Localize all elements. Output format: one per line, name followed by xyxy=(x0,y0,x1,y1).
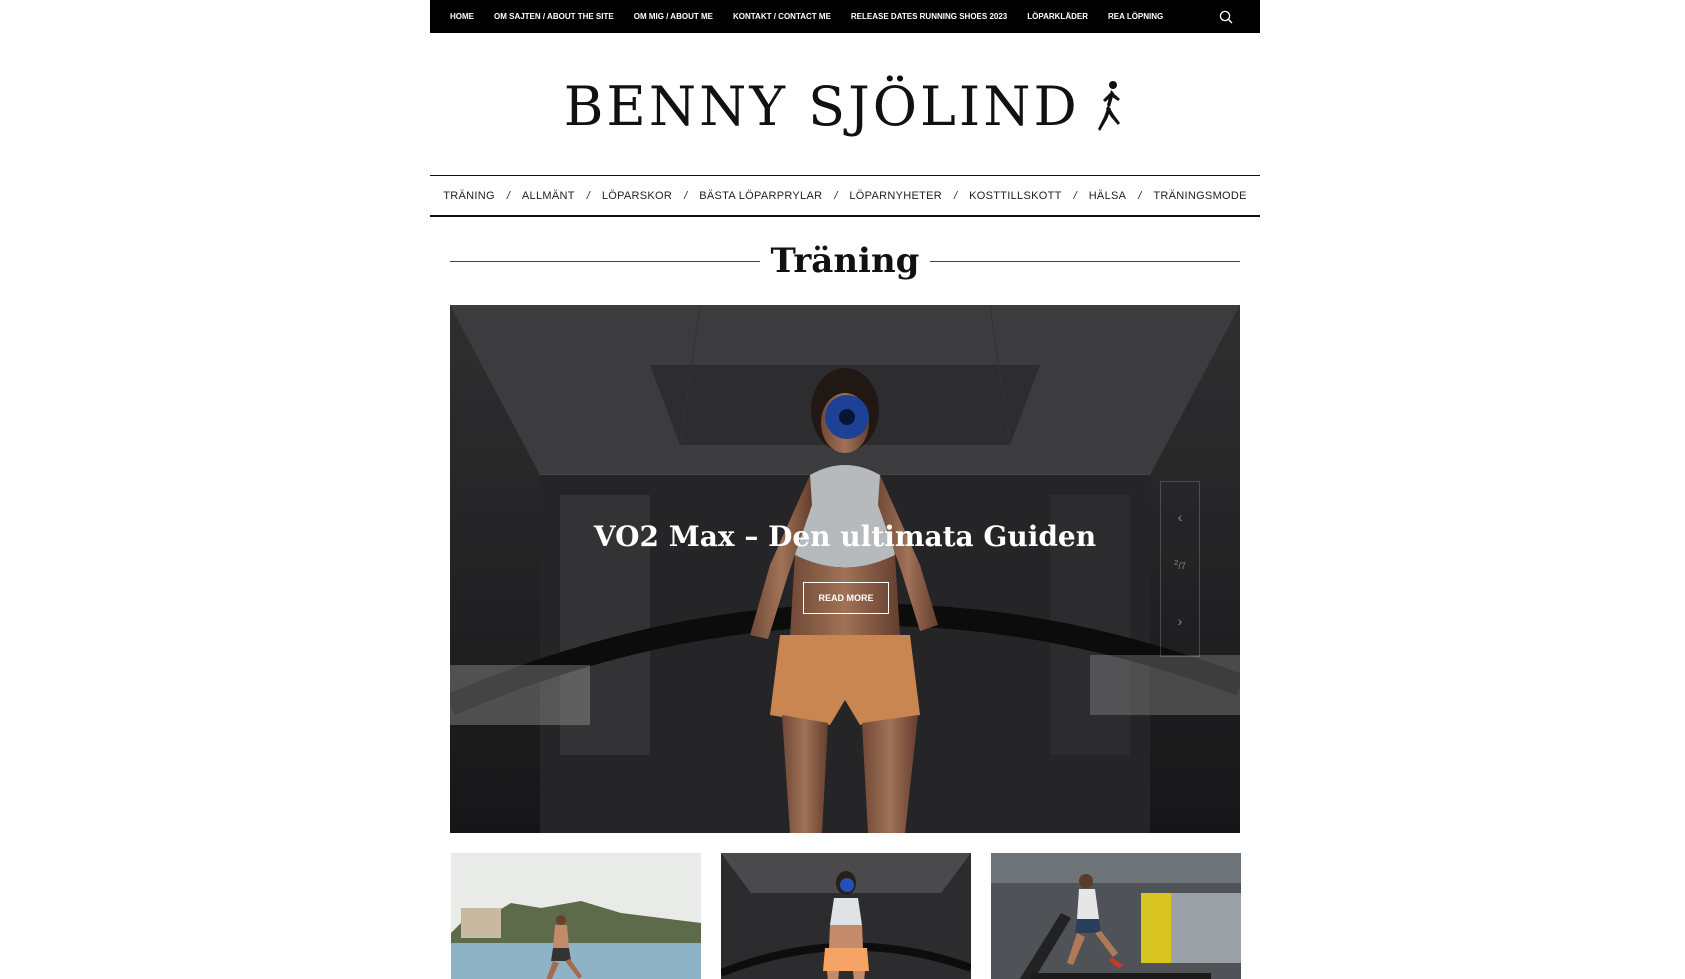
featured-slider[interactable]: VO2 Max – Den ultimata Guiden READ MORE … xyxy=(450,305,1240,833)
topnav-home[interactable]: HOME xyxy=(450,12,474,21)
nav-separator: / xyxy=(1073,189,1077,202)
category-halsa[interactable]: HÄLSA xyxy=(1089,190,1127,202)
category-kosttillskott[interactable]: KOSTTILLSKOTT xyxy=(969,190,1062,202)
category-loparnyheter[interactable]: LÖPARNYHETER xyxy=(849,190,942,202)
search-icon[interactable] xyxy=(1218,9,1234,25)
topnav-about-me[interactable]: OM MIG / ABOUT ME xyxy=(634,12,713,21)
section-heading: Träning xyxy=(430,240,1260,282)
heading-divider-right xyxy=(930,261,1240,262)
category-loparskor[interactable]: LÖPARSKOR xyxy=(602,190,672,202)
nav-separator: / xyxy=(506,189,510,202)
category-traningsmode[interactable]: TRÄNINGSMODE xyxy=(1153,190,1246,202)
slide-total: 7 xyxy=(1180,561,1186,571)
logo-text: BENNY SJÖLIND xyxy=(563,75,1080,138)
hero-image xyxy=(450,305,1240,833)
hero-title[interactable]: VO2 Max – Den ultimata Guiden xyxy=(450,520,1240,553)
slider-controls: ‹ 2/7 › xyxy=(1160,481,1200,657)
nav-separator: / xyxy=(684,189,688,202)
slide-current: 2 xyxy=(1174,558,1179,567)
topnav-rea-lopning[interactable]: REA LÖPNING xyxy=(1108,12,1163,21)
post-thumbnail-3[interactable] xyxy=(991,853,1241,979)
topnav-about-site[interactable]: OM SAJTEN / ABOUT THE SITE xyxy=(494,12,614,21)
chevron-left-icon[interactable]: ‹ xyxy=(1161,502,1199,532)
slide-counter: 2/7 xyxy=(1174,558,1186,571)
runner-icon xyxy=(1098,81,1121,131)
category-allmant[interactable]: ALLMÄNT xyxy=(522,190,575,202)
top-navigation-bar: HOME OM SAJTEN / ABOUT THE SITE OM MIG /… xyxy=(430,0,1260,33)
thumbnail-image-runner-seaside xyxy=(451,853,701,979)
thumbnail-image-vo2max xyxy=(721,853,971,979)
category-navigation: TRÄNING / ALLMÄNT / LÖPARSKOR / BÄSTA LÖ… xyxy=(430,175,1260,217)
nav-separator: / xyxy=(954,189,958,202)
post-thumbnail-2[interactable] xyxy=(721,853,971,979)
category-traning[interactable]: TRÄNING xyxy=(443,190,495,202)
thumbnail-image-treadmill-gym xyxy=(991,853,1241,979)
category-basta-loparprylar[interactable]: BÄSTA LÖPARPRYLAR xyxy=(699,190,822,202)
topnav-release-dates[interactable]: RELEASE DATES RUNNING SHOES 2023 xyxy=(851,12,1007,21)
nav-separator: / xyxy=(834,189,838,202)
topnav-loparklader[interactable]: LÖPARKLÄDER xyxy=(1027,12,1088,21)
chevron-right-icon[interactable]: › xyxy=(1161,606,1199,636)
nav-separator: / xyxy=(1138,189,1142,202)
topnav-contact[interactable]: KONTAKT / CONTACT ME xyxy=(733,12,831,21)
post-thumbnail-1[interactable] xyxy=(451,853,701,979)
nav-separator: / xyxy=(586,189,590,202)
site-logo[interactable]: BENNY SJÖLIND xyxy=(430,72,1260,142)
read-more-button[interactable]: READ MORE xyxy=(803,582,889,614)
